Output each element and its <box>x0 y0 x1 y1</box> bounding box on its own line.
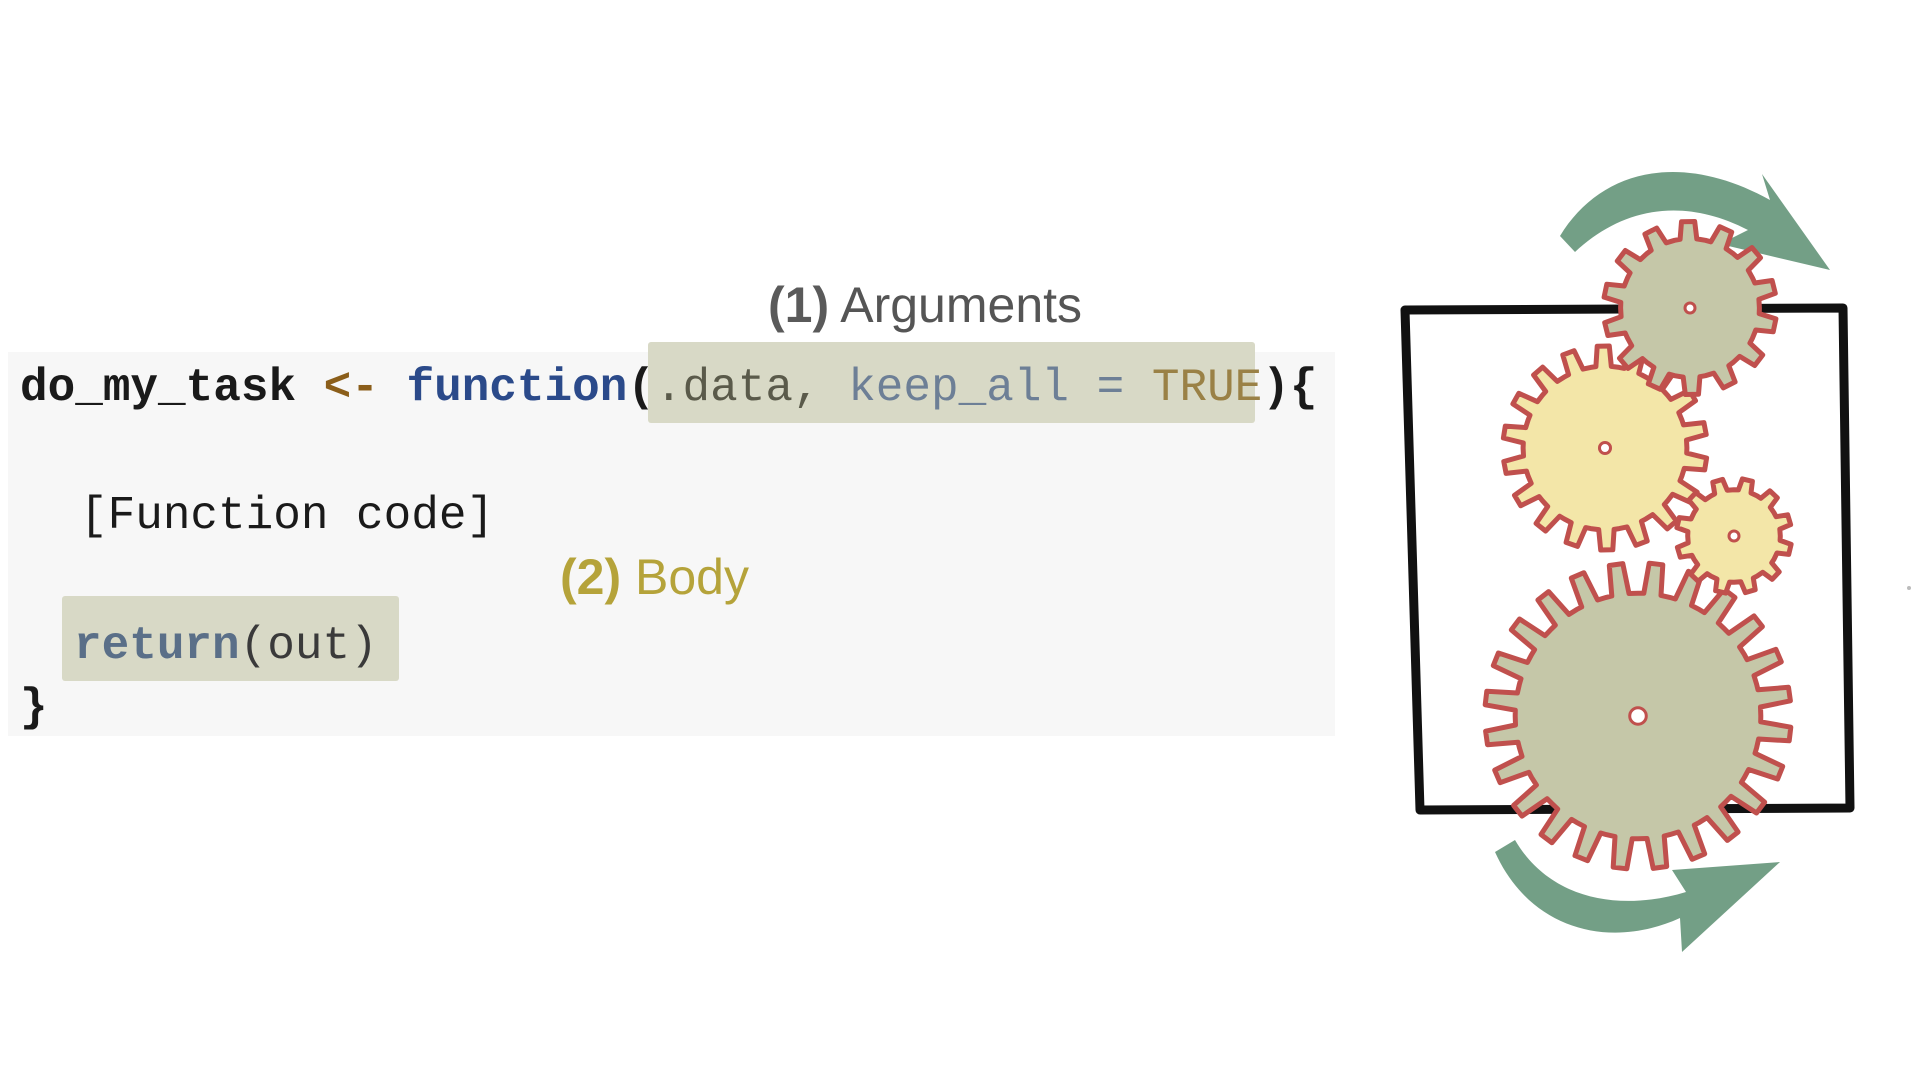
arguments-label-text: Arguments <box>840 277 1083 333</box>
body-label: (2) Body <box>560 548 749 606</box>
bottom-arrow-icon <box>1495 840 1780 952</box>
code-line-function-code: [Function code] <box>80 490 495 542</box>
open-paren: ( <box>627 362 655 414</box>
code-line-return: return(out) <box>74 616 378 676</box>
gear-layer <box>1482 219 1794 872</box>
gear-large-bottom-hub <box>1628 706 1648 726</box>
close-paren-brace: ){ <box>1262 362 1318 414</box>
return-args: (out) <box>239 620 378 672</box>
assignment-operator: <- <box>323 362 379 414</box>
gears-illustration <box>1400 172 1855 952</box>
gear-medium-yellow-hub <box>1597 440 1613 456</box>
arguments-label: (1) Arguments <box>768 276 1082 334</box>
function-name: do_my_task <box>20 362 297 414</box>
stray-dot <box>1907 586 1911 590</box>
argument-keep-all: keep_all <box>848 362 1070 414</box>
argument-default-true: TRUE <box>1151 362 1263 414</box>
gear-top-sage-hub <box>1683 301 1697 315</box>
function-keyword: function <box>406 362 628 414</box>
gear-small-yellow-hub <box>1727 529 1741 543</box>
arguments-label-number: (1) <box>768 277 830 333</box>
argument-data: .data, <box>654 362 821 414</box>
code-line-function-definition: do_my_task <- function(.data, keep_all =… <box>20 358 1318 418</box>
return-keyword: return <box>74 620 240 672</box>
body-label-number: (2) <box>560 549 622 605</box>
body-label-text: Body <box>635 549 749 605</box>
argument-equals: = <box>1096 362 1125 414</box>
code-line-closing-brace: } <box>20 682 48 734</box>
